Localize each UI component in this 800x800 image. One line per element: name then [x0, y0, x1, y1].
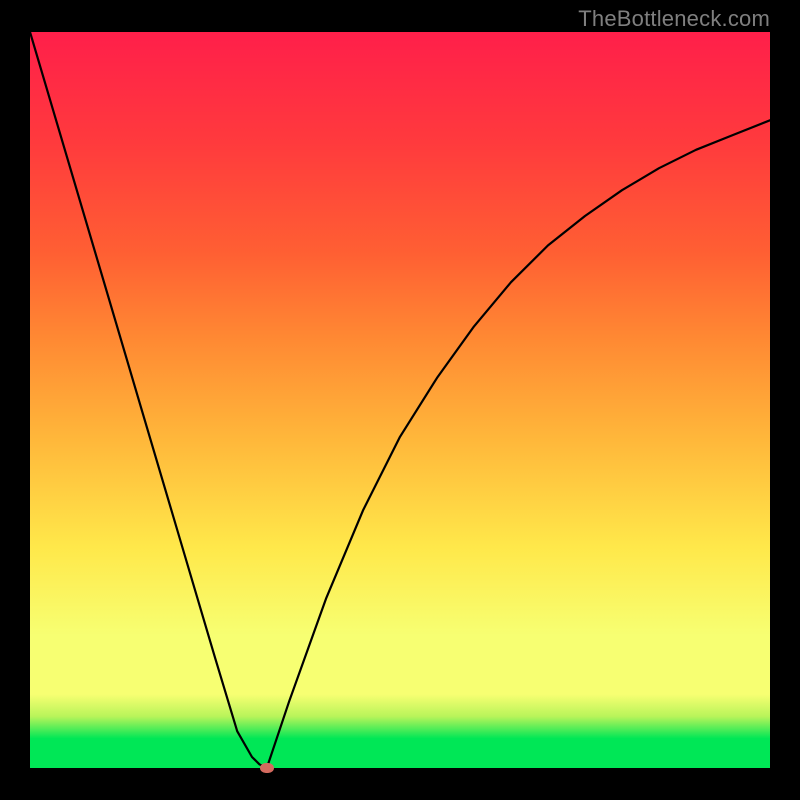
bottleneck-curve [30, 32, 770, 768]
optimum-marker [260, 763, 274, 773]
curve-path [30, 32, 770, 768]
watermark-text: TheBottleneck.com [578, 6, 770, 32]
chart-frame: TheBottleneck.com [0, 0, 800, 800]
plot-area [30, 32, 770, 768]
